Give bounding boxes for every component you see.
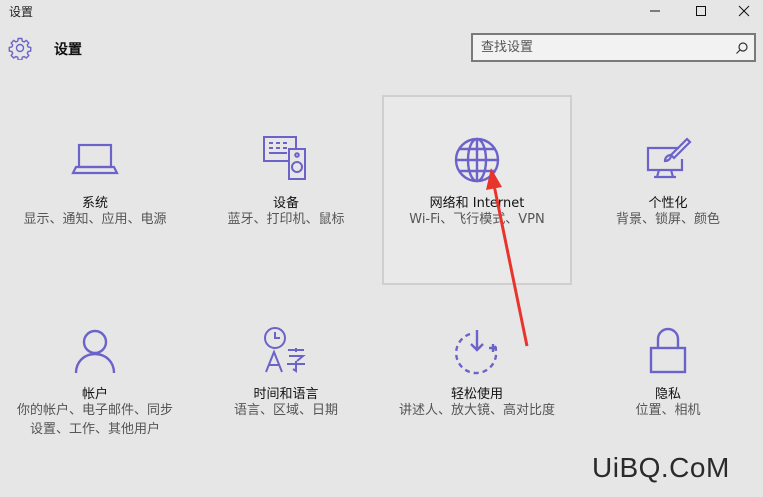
tile-label: 帐户: [81, 387, 108, 402]
tile-label: 轻松使用: [450, 387, 503, 402]
lock-icon: [649, 327, 687, 374]
gear-icon: [8, 37, 32, 60]
tile-description: 位置、相机: [635, 403, 701, 418]
title-bar: 设置: [0, 0, 763, 22]
ease-of-access-icon: [454, 330, 498, 375]
watermark: UiBQ.CoM: [592, 452, 730, 483]
search-icon[interactable]: [730, 36, 754, 60]
close-icon: [738, 5, 750, 17]
tile-accounts[interactable]: 帐户 你的帐户、电子邮件、同步设置、工作、其他用户: [0, 290, 190, 480]
tile-system[interactable]: 系统 显示、通知、应用、电源: [0, 95, 190, 285]
tile-label: 时间和语言: [253, 387, 319, 402]
tile-devices[interactable]: 设备 蓝牙、打印机、鼠标: [191, 95, 381, 285]
tile-description: 讲述人、放大镜、高对比度: [398, 403, 555, 418]
page-title: 设置: [54, 42, 82, 58]
tile-description: 背景、锁屏、颜色: [615, 212, 720, 227]
maximize-button[interactable]: [678, 0, 724, 22]
tile-label: 设备: [272, 196, 299, 211]
minimize-icon: [650, 10, 660, 12]
tile-label: 系统: [81, 196, 108, 211]
person-icon: [74, 329, 116, 374]
tile-ease-of-access[interactable]: 轻松使用 讲述人、放大镜、高对比度: [382, 290, 572, 480]
tile-label: 网络和 Internet: [429, 196, 525, 211]
tile-description: 语言、区域、日期: [233, 403, 338, 418]
laptop-icon: [71, 143, 119, 175]
globe-icon: [454, 137, 500, 183]
paint-icon: [646, 137, 692, 179]
minimize-button[interactable]: [632, 0, 678, 22]
devices-icon: [263, 136, 306, 180]
tile-personalization[interactable]: 个性化 背景、锁屏、颜色: [573, 95, 763, 285]
tile-label: 隐私: [654, 387, 681, 402]
close-button[interactable]: [721, 0, 763, 22]
window-title: 设置: [9, 5, 34, 19]
tile-time-language[interactable]: 时间和语言 语言、区域、日期: [191, 290, 381, 480]
settings-window: 设置 设置 系统 显示、通知、应用、电源: [0, 0, 763, 497]
tile-description: 蓝牙、打印机、鼠标: [227, 212, 345, 227]
search-box[interactable]: [471, 33, 756, 62]
maximize-icon: [696, 6, 706, 16]
time-language-icon: [264, 327, 306, 373]
tile-description: Wi-Fi、飞行模式、VPN: [409, 212, 545, 227]
tile-description: 你的帐户、电子邮件、同步设置、工作、其他用户: [16, 403, 173, 437]
tile-label: 个性化: [648, 196, 688, 211]
tile-description: 显示、通知、应用、电源: [23, 212, 167, 227]
tile-network-internet[interactable]: 网络和 Internet Wi-Fi、飞行模式、VPN: [382, 95, 572, 285]
search-input[interactable]: [473, 40, 730, 55]
